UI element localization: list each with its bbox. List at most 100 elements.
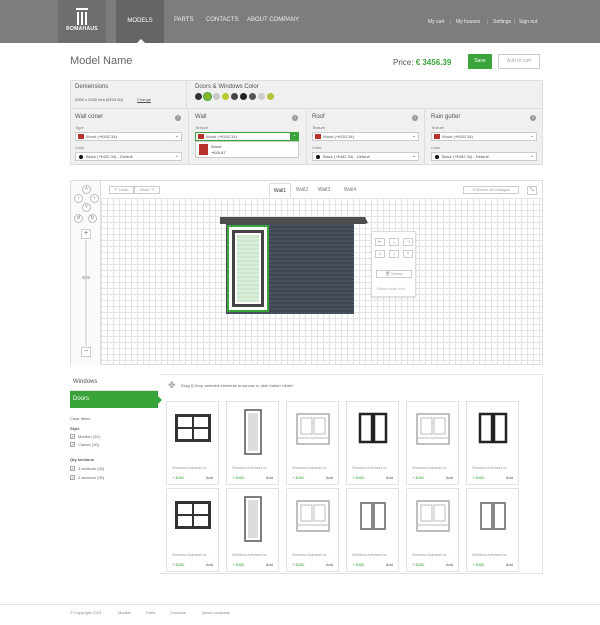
filter-classic[interactable]: Classic (30) xyxy=(78,442,99,447)
align-center-h-icon[interactable]: ↔ xyxy=(389,238,399,246)
product-card[interactable]: Window Antracet w... + $450 Add xyxy=(226,488,279,572)
house-wall-drawing[interactable] xyxy=(220,213,370,323)
link-my-cart[interactable]: My cart xyxy=(428,19,444,25)
product-card[interactable]: Window Antracet w... + $450 Add xyxy=(286,401,339,485)
roof-color-select[interactable]: Black (+€452.34) - Default ⌄ xyxy=(312,152,419,161)
add-button[interactable]: Add xyxy=(206,475,213,480)
color-swatch[interactable] xyxy=(240,93,247,100)
add-button[interactable]: Add xyxy=(446,475,453,480)
save-button[interactable]: Save xyxy=(468,54,492,69)
rain-gutter-texture-select[interactable]: Wood (+€452.34) ⌄ xyxy=(431,132,537,141)
category-windows[interactable]: Windows xyxy=(70,374,158,391)
footer-link-about[interactable]: About company xyxy=(202,610,230,615)
clear-filters-link[interactable]: Clear filters xyxy=(70,416,90,421)
link-sign-out[interactable]: Sign out xyxy=(519,19,537,25)
filter-3-sections[interactable]: 3 sections (30) xyxy=(78,466,104,471)
show-more-info-link[interactable]: Show more info xyxy=(377,286,405,291)
pan-up-icon[interactable]: ˄ xyxy=(82,185,91,194)
color-swatch[interactable] xyxy=(195,93,202,100)
nav-about[interactable]: ABOUT COMPANY xyxy=(247,17,299,23)
help-icon[interactable]: ? xyxy=(292,115,298,121)
add-button[interactable]: Add xyxy=(506,475,513,480)
footer-link-parts[interactable]: Parts xyxy=(146,610,155,615)
align-center-v-icon[interactable]: ↕ xyxy=(389,250,399,258)
footer-link-models[interactable]: Models xyxy=(118,610,131,615)
product-card[interactable]: Window Antracet w... + $450 Add xyxy=(226,401,279,485)
tab-wall1[interactable]: Wall1 xyxy=(269,183,291,197)
color-swatch[interactable] xyxy=(258,93,265,100)
filter-checkbox[interactable]: ✓ xyxy=(70,442,75,447)
tab-wall4[interactable]: Wall4 xyxy=(337,183,363,197)
product-card[interactable]: Window Antracet w... + $450 Add xyxy=(406,401,459,485)
product-image xyxy=(416,413,450,445)
filter-modern[interactable]: Modern (30) xyxy=(78,434,100,439)
logo[interactable]: ROMAHAUS xyxy=(58,0,106,43)
product-card[interactable]: Window Antracet w... + $450 Add xyxy=(346,401,399,485)
color-swatch[interactable] xyxy=(267,93,274,100)
wall-corner-type-select[interactable]: Wood (+€452.34) ⌄ xyxy=(75,132,182,141)
add-button[interactable]: Add xyxy=(326,475,333,480)
filter-checkbox[interactable]: ✓ xyxy=(70,466,75,471)
add-to-cart-button[interactable]: Add to cart xyxy=(498,54,540,69)
pan-down-icon[interactable]: ˅ xyxy=(82,203,91,212)
product-card[interactable]: Window Antracet w... + $450 Add xyxy=(166,488,219,572)
zoom-out-icon[interactable]: − xyxy=(81,347,91,357)
pan-left-icon[interactable]: ‹ xyxy=(74,194,83,203)
product-card[interactable]: Window Antracet w... + $450 Add xyxy=(346,488,399,572)
tab-wall3[interactable]: Wall3 xyxy=(313,183,335,197)
undo-button[interactable]: ↶ Undo xyxy=(109,186,134,194)
revert-button[interactable]: ⟲ Revert all changes xyxy=(463,186,519,194)
wall-corner-color-select[interactable]: Black (+€452.34) - Default ⌄ xyxy=(75,152,182,161)
add-button[interactable]: Add xyxy=(266,475,273,480)
color-swatch[interactable] xyxy=(204,93,211,100)
add-button[interactable]: Add xyxy=(326,562,333,567)
redo-button[interactable]: Redo ↷ xyxy=(134,186,160,194)
tab-wall2[interactable]: Wall2 xyxy=(291,183,313,197)
add-button[interactable]: Add xyxy=(386,475,393,480)
product-card[interactable]: Window Antracet w... + $450 Add xyxy=(286,488,339,572)
rain-gutter-color-select[interactable]: Black (+€452.34) - Default ⌄ xyxy=(431,152,537,161)
nav-contacts[interactable]: CONTACTS xyxy=(206,17,239,23)
align-top-icon[interactable]: ⊤ xyxy=(403,250,413,258)
color-swatch[interactable] xyxy=(213,93,220,100)
product-card[interactable]: Window Antracet w... + $450 Add xyxy=(406,488,459,572)
filter-checkbox[interactable]: ✓ xyxy=(70,475,75,480)
help-icon[interactable]: ? xyxy=(530,115,536,121)
filter-checkbox[interactable]: ✓ xyxy=(70,434,75,439)
link-settings[interactable]: Settings xyxy=(493,19,511,25)
delete-button[interactable]: 🗑 Delete xyxy=(376,270,412,278)
align-right-icon[interactable]: ⊣ xyxy=(403,238,413,246)
zoom-in-icon[interactable]: + xyxy=(81,229,91,239)
product-card[interactable]: Window Antracet w... + $450 Add xyxy=(466,488,519,572)
link-my-houses[interactable]: My houses xyxy=(456,19,480,25)
footer-link-contacts[interactable]: Contacts xyxy=(170,610,186,615)
add-button[interactable]: Add xyxy=(266,562,273,567)
help-icon[interactable]: ? xyxy=(175,115,181,121)
roof-texture-select[interactable]: Wood (+€452.34) ⌄ xyxy=(312,132,419,141)
change-link[interactable]: Change xyxy=(137,97,151,102)
nav-models[interactable]: MODELS xyxy=(116,0,164,43)
add-button[interactable]: Add xyxy=(386,562,393,567)
nav-parts[interactable]: PARTS xyxy=(174,17,193,23)
color-swatch[interactable] xyxy=(222,93,229,100)
wall-texture-select[interactable]: Wood (+€452.34) ⌄ xyxy=(195,132,299,141)
filter-2-sections[interactable]: 2 sections (30) xyxy=(78,475,104,480)
rotate-left-icon[interactable]: ↺ xyxy=(74,214,83,223)
pan-right-icon[interactable]: › xyxy=(90,194,99,203)
add-button[interactable]: Add xyxy=(446,562,453,567)
add-button[interactable]: Add xyxy=(206,562,213,567)
color-swatch[interactable] xyxy=(249,93,256,100)
zoom-slider-handle[interactable] xyxy=(82,276,90,279)
align-left-icon[interactable]: ⊢ xyxy=(375,238,385,246)
product-card[interactable]: Window Antracet w... + $450 Add xyxy=(466,401,519,485)
fullscreen-off-icon[interactable]: ⤡ xyxy=(527,186,537,195)
add-button[interactable]: Add xyxy=(506,562,513,567)
align-bottom-icon[interactable]: ⊥ xyxy=(375,250,385,258)
color-swatch[interactable] xyxy=(231,93,238,100)
dropdown-option-name[interactable]: Wood xyxy=(211,144,221,149)
category-doors[interactable]: Doors xyxy=(70,391,162,408)
help-icon[interactable]: ? xyxy=(412,115,418,121)
zoom-slider-track[interactable] xyxy=(85,240,87,346)
rotate-right-icon[interactable]: ↻ xyxy=(88,214,97,223)
product-card[interactable]: Window Antracet w... + $450 Add xyxy=(166,401,219,485)
